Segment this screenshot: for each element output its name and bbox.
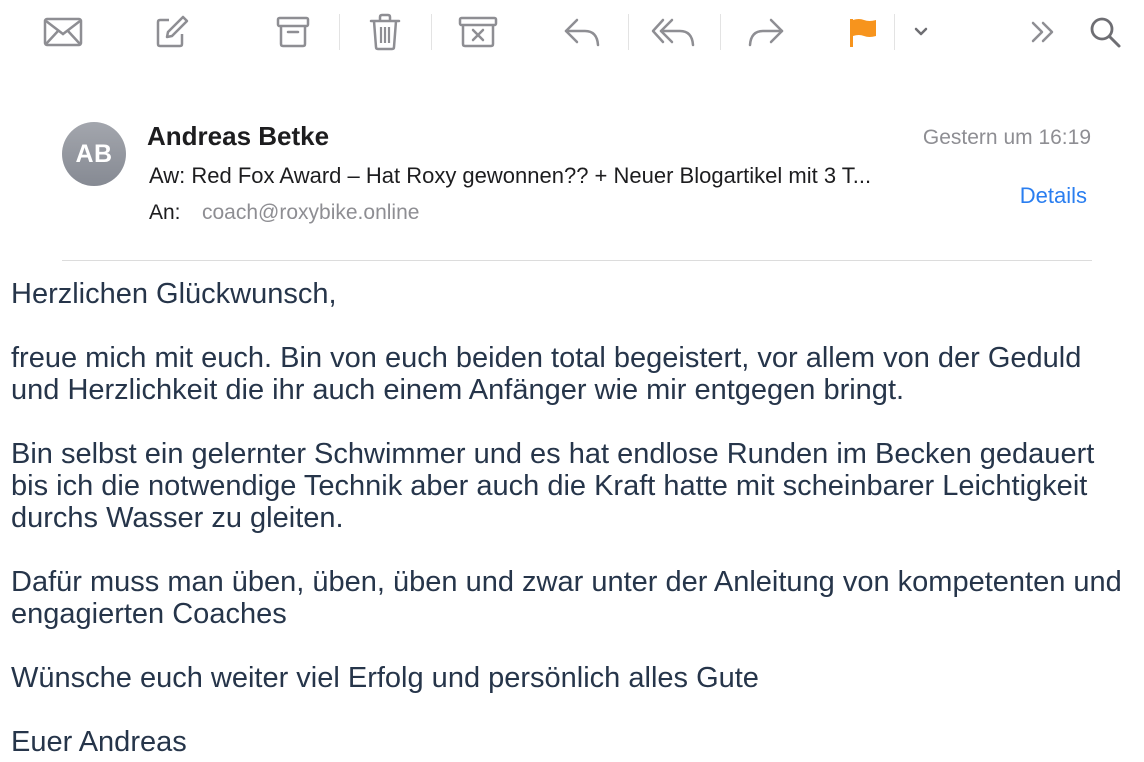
body-paragraph: freue mich mit euch. Bin von euch beiden…	[11, 342, 1082, 406]
reply-icon	[563, 16, 601, 48]
body-paragraph: Euer Andreas	[11, 726, 187, 758]
reply-all-button[interactable]	[651, 10, 695, 54]
search-button[interactable]	[1083, 10, 1127, 54]
toolbar-separator	[894, 14, 895, 50]
flag-button[interactable]	[840, 10, 884, 54]
message-header: AB Andreas Betke Gestern um 16:19 Aw: Re…	[0, 100, 1144, 260]
toolbar-separator	[431, 14, 432, 50]
body-paragraph: Wünsche euch weiter viel Erfolg und pers…	[11, 662, 759, 694]
body-paragraph: Dafür muss man üben, üben, üben und zwar…	[11, 566, 1122, 630]
junk-icon	[458, 15, 498, 49]
message-subject: Aw: Red Fox Award – Hat Roxy gewonnen?? …	[149, 163, 872, 188]
header-divider	[62, 260, 1092, 261]
flag-icon	[845, 15, 879, 49]
forward-icon	[747, 16, 785, 48]
delete-button[interactable]	[363, 10, 407, 54]
forward-button[interactable]	[744, 10, 788, 54]
trash-icon	[368, 13, 402, 51]
compose-icon	[153, 14, 189, 50]
archive-button[interactable]	[271, 10, 315, 54]
junk-button[interactable]	[456, 10, 500, 54]
compose-button[interactable]	[149, 10, 193, 54]
search-icon	[1088, 15, 1122, 49]
archive-icon	[275, 15, 311, 49]
reply-all-icon	[650, 16, 696, 48]
avatar[interactable]: AB	[62, 122, 126, 186]
body-paragraph: Herzlichen Glückwunsch,	[11, 278, 337, 310]
double-chevron-right-icon	[1029, 19, 1057, 45]
envelope-icon	[43, 17, 83, 47]
toolbar-separator	[339, 14, 340, 50]
message-body: Herzlichen Glückwunsch, freue mich mit e…	[11, 278, 1136, 758]
details-link[interactable]: Details	[1020, 183, 1087, 209]
toolbar	[0, 0, 1144, 66]
chevron-down-icon	[913, 26, 929, 38]
recipient-address[interactable]: coach@roxybike.online	[202, 201, 419, 225]
flag-menu-button[interactable]	[899, 10, 943, 54]
more-button[interactable]	[1021, 10, 1065, 54]
recipient-label: An:	[149, 201, 181, 224]
toolbar-separator	[628, 14, 629, 50]
body-paragraph: Bin selbst ein gelernter Schwimmer und e…	[11, 438, 1095, 534]
get-mail-button[interactable]	[41, 10, 85, 54]
message-timestamp: Gestern um 16:19	[922, 126, 1091, 149]
reply-button[interactable]	[560, 10, 604, 54]
sender-name[interactable]: Andreas Betke	[147, 121, 329, 152]
toolbar-separator	[720, 14, 721, 50]
